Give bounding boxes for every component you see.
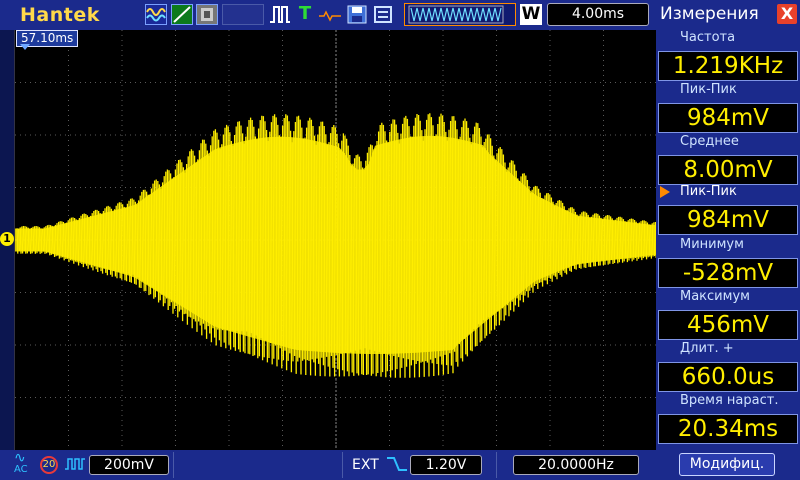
divider [342,452,343,478]
measurement-label: Время нараст. [680,393,779,408]
pulse-icon[interactable] [269,4,291,25]
waveform-display[interactable] [14,30,657,450]
pulse-small-icon [64,456,86,472]
measurement-label-selected: Пик-Пик [658,182,798,202]
trigger-offset-marker-icon[interactable] [20,44,30,50]
measurement-value[interactable]: 8.00mV [658,155,798,185]
falling-edge-icon[interactable] [386,456,408,472]
trigger-source-label[interactable]: EXT [352,457,379,473]
selection-arrow-icon [660,186,670,198]
measurement-label: Пик-Пик [680,82,737,97]
channel-1-marker[interactable]: 1 [0,232,14,246]
status-field [222,4,264,25]
modify-button[interactable]: Модифиц. [679,453,775,476]
disk-icon[interactable] [372,4,394,25]
close-icon[interactable]: X [777,4,797,24]
frequency-counter-readout[interactable]: 20.0000Hz [513,455,639,475]
measurement-label: Длит. + [680,341,734,356]
measurement-label: Максимум [680,289,750,304]
waveform-graph [15,30,657,450]
acquisition-mode-indicator[interactable]: W [520,4,542,25]
measurement-value[interactable]: -528mV [658,258,798,288]
measurement-value[interactable]: 20.34ms [658,414,798,444]
coupling-indicator[interactable]: ∿ AC [14,450,28,476]
channel-scale-readout[interactable]: 200mV [89,455,169,475]
divider [173,452,174,478]
waveform-mode-icon[interactable] [145,4,167,25]
brand-logo: Hantek [20,4,100,26]
timebase-readout[interactable]: 4.00ms [547,3,649,26]
divider [496,452,497,478]
bandwidth-limit-indicator[interactable]: 20 [40,456,58,474]
panel-title: Измерения [660,4,759,24]
save-icon[interactable] [346,4,368,25]
measurement-label: Среднее [680,134,739,149]
measurement-label: Минимум [680,237,744,252]
measurement-label: Частота [680,30,736,45]
measurement-value[interactable]: 456mV [658,310,798,340]
measurement-value[interactable]: 1.219KHz [658,51,798,81]
trigger-level-readout[interactable]: 1.20V [410,455,482,475]
trigger-position-bar[interactable] [404,3,516,26]
measurement-value[interactable]: 984mV [658,103,798,133]
trigger-t-icon[interactable]: T [296,4,314,25]
ref-icon[interactable] [318,4,342,25]
measurement-value-selected[interactable]: 984mV [658,205,798,235]
line-mode-icon[interactable] [171,4,193,25]
ac-wave-icon: ∿ [14,450,26,466]
persist-icon[interactable] [196,4,218,25]
measurement-value[interactable]: 660.0us [658,362,798,392]
